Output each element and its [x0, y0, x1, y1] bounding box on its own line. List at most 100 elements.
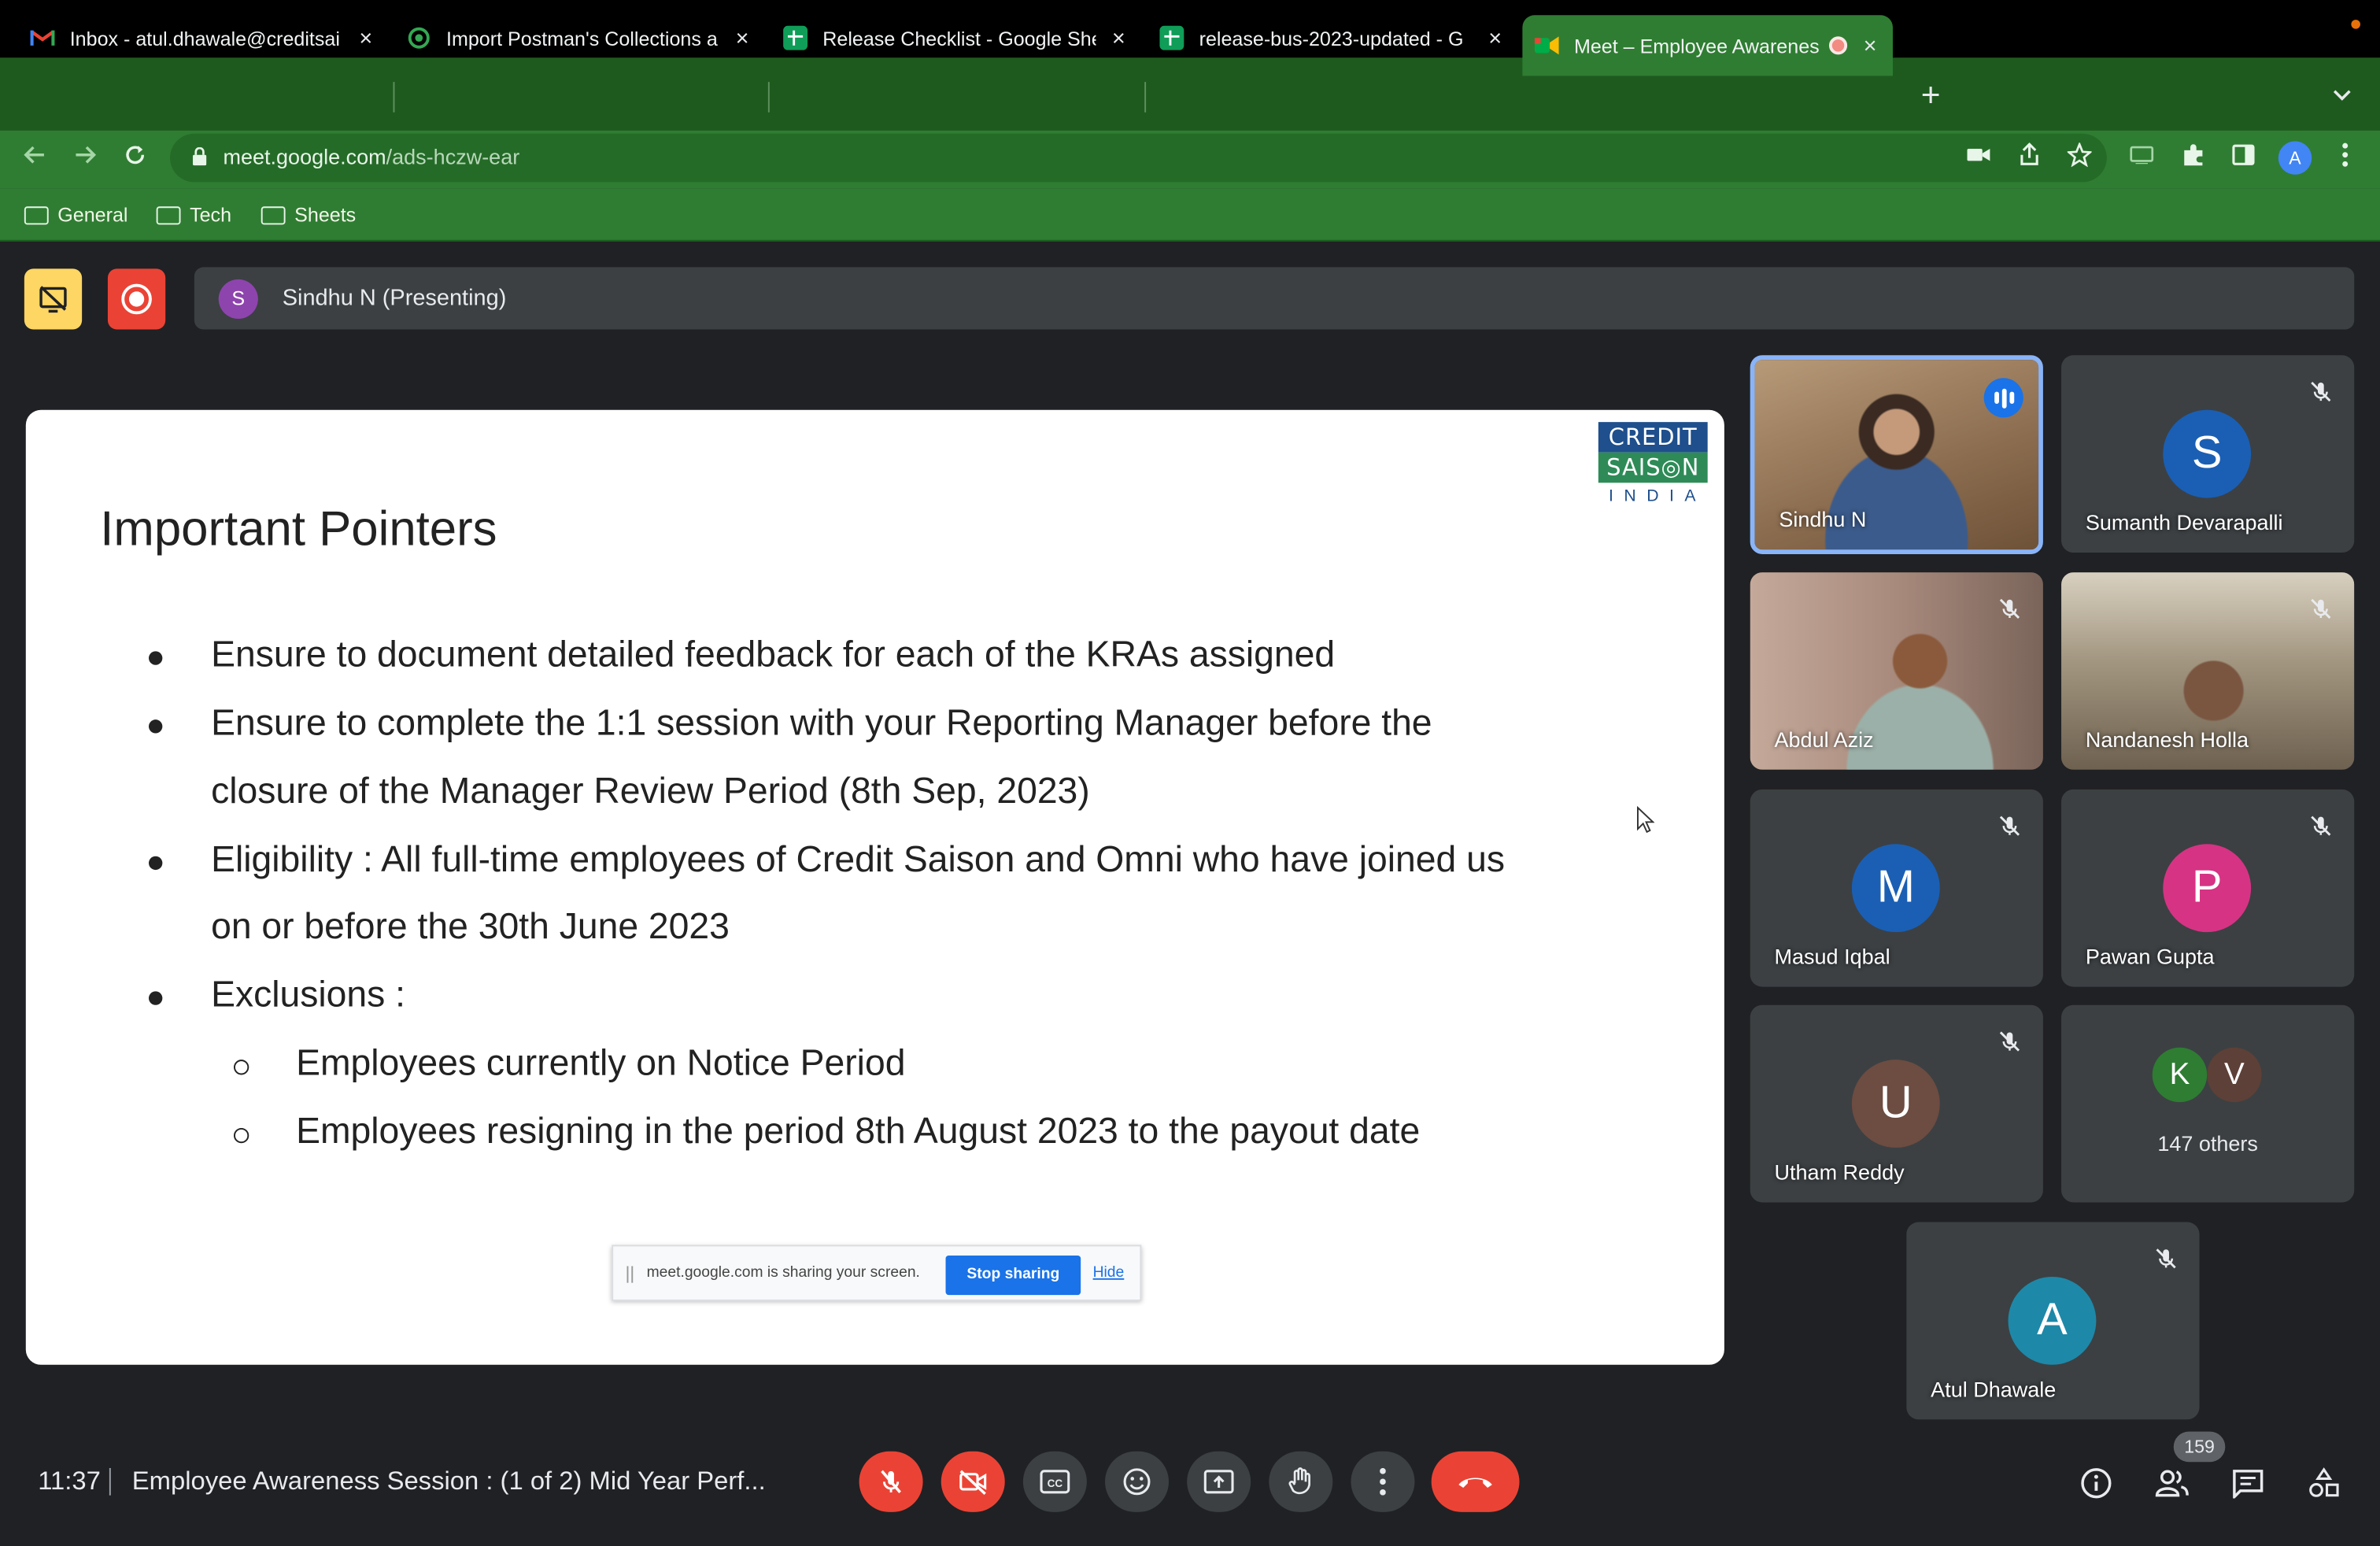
sub-bullet-text: Employees currently on Notice Period: [296, 1042, 906, 1085]
folder-icon: [156, 205, 181, 224]
camera-off-icon: [959, 1470, 987, 1496]
camera-toggle-button[interactable]: [941, 1451, 1005, 1512]
people-icon: [2155, 1470, 2189, 1497]
drag-handle-icon[interactable]: [626, 1266, 634, 1283]
bookmark-folder-sheets[interactable]: Sheets: [261, 203, 357, 227]
participant-tile-masud[interactable]: M Masud Iqbal: [1750, 789, 2043, 987]
leave-call-button[interactable]: [1431, 1451, 1520, 1512]
tab-release-bus[interactable]: release-bus-2023-updated - G ×: [1148, 18, 1518, 57]
more-options-button[interactable]: [1351, 1451, 1415, 1512]
close-icon[interactable]: ×: [355, 25, 376, 51]
record-icon: [121, 283, 152, 315]
raise-hand-button[interactable]: [1269, 1451, 1333, 1512]
postman-icon: [407, 26, 431, 50]
participant-tile-utham[interactable]: U Utham Reddy: [1750, 1004, 2043, 1203]
new-tab-button[interactable]: +: [1914, 78, 1947, 112]
speaking-indicator-icon: [1983, 378, 2023, 418]
close-icon[interactable]: ×: [732, 25, 753, 51]
folder-icon: [24, 205, 49, 224]
bullet-text: Exclusions :: [211, 975, 406, 1016]
participant-avatar: A: [2008, 1276, 2097, 1365]
stop-sharing-button[interactable]: Stop sharing: [945, 1255, 1081, 1296]
bullet-dot: [149, 856, 163, 871]
tab-search-chevron-icon[interactable]: [2333, 82, 2351, 106]
captions-button[interactable]: CC: [1022, 1451, 1087, 1512]
url-text[interactable]: meet.google.com/ads-hczw-ear: [224, 144, 520, 168]
profile-avatar[interactable]: A: [2278, 141, 2312, 175]
emoji-icon: [1123, 1468, 1151, 1496]
close-icon[interactable]: ×: [1108, 25, 1129, 51]
tab-postman[interactable]: Import Postman's Collections a ×: [394, 18, 765, 57]
cast-icon[interactable]: [2127, 142, 2157, 173]
chrome-menu-icon[interactable]: [2330, 142, 2360, 173]
logo-line-1: CREDIT: [1598, 422, 1708, 453]
mic-toggle-button[interactable]: [859, 1451, 923, 1512]
lock-icon[interactable]: [192, 147, 207, 166]
tab-title: Meet – Employee Awarenes: [1573, 34, 1820, 57]
chat-icon: [2233, 1470, 2264, 1499]
presenter-avatar: S: [218, 278, 258, 319]
bookmark-label: Sheets: [294, 203, 357, 227]
tab-meet[interactable]: Meet – Employee Awarenes ×: [1522, 15, 1893, 76]
reload-icon[interactable]: [117, 139, 153, 176]
bookmark-label: Tech: [190, 203, 232, 227]
people-button[interactable]: [2153, 1463, 2192, 1503]
participant-avatar: S: [2163, 409, 2252, 498]
mic-off-icon: [2311, 816, 2331, 836]
share-icon[interactable]: [2014, 142, 2045, 173]
bookmark-folder-general[interactable]: General: [24, 203, 128, 226]
hide-link[interactable]: Hide: [1093, 1265, 1125, 1282]
participant-tile-nandanesh[interactable]: Nandanesh Holla: [2061, 572, 2355, 770]
participant-avatar: P: [2163, 844, 2252, 933]
meet-icon: [1534, 33, 1559, 57]
present-off-icon: [39, 286, 67, 313]
participant-tile-pawan[interactable]: P Pawan Gupta: [2061, 789, 2355, 987]
mic-off-icon: [2311, 381, 2331, 402]
stop-presenting-button[interactable]: [24, 268, 83, 330]
participant-tile-sumanth[interactable]: S Sumanth Devarapalli: [2061, 355, 2355, 553]
participant-name: Abdul Aziz: [1774, 727, 1874, 752]
closed-captions-icon: CC: [1040, 1470, 1070, 1494]
meeting-clock: 11:37: [38, 1466, 101, 1496]
camera-in-use-icon[interactable]: [1964, 142, 1995, 173]
presenter-label: Sindhu N (Presenting): [282, 285, 507, 312]
participant-tile-abdul[interactable]: Abdul Aziz: [1750, 572, 2043, 770]
close-icon[interactable]: ×: [1860, 32, 1881, 58]
participant-name: Pawan Gupta: [2085, 944, 2215, 969]
sharing-message: meet.google.com is sharing your screen.: [646, 1264, 920, 1282]
side-panel-icon[interactable]: [2228, 142, 2259, 173]
tab-gmail[interactable]: Inbox - atul.dhawale@creditsai ×: [18, 18, 389, 57]
close-icon[interactable]: ×: [1484, 25, 1506, 51]
activities-button[interactable]: [2304, 1463, 2344, 1503]
info-icon: [2081, 1468, 2112, 1499]
screen-sharing-notification: meet.google.com is sharing your screen. …: [612, 1245, 1142, 1301]
extensions-puzzle-icon[interactable]: [2179, 142, 2209, 173]
back-arrow-icon[interactable]: [17, 139, 53, 176]
bullet-text-continued: on or before the 30th June 2023: [211, 906, 730, 948]
reactions-button[interactable]: [1105, 1451, 1170, 1512]
present-screen-button[interactable]: [1187, 1451, 1251, 1512]
raise-hand-icon: [1288, 1467, 1310, 1495]
mic-off-icon: [1999, 598, 2020, 619]
bookmark-star-icon[interactable]: [2064, 141, 2095, 173]
bullet-text: Ensure to document detailed feedback for…: [211, 634, 1336, 676]
bookmark-folder-tech[interactable]: Tech: [156, 203, 232, 227]
mic-off-icon: [2311, 598, 2331, 619]
bullet-text-continued: closure of the Manager Review Period (8t…: [211, 771, 1090, 812]
url-host: meet.google.com: [223, 144, 386, 169]
bookmark-label: General: [57, 203, 128, 227]
tab-release-checklist[interactable]: Release Checklist - Google She ×: [771, 18, 1142, 57]
presenter-banner[interactable]: S Sindhu N (Presenting): [194, 267, 2355, 330]
forward-arrow-icon[interactable]: [67, 139, 103, 176]
shared-screen-slide: CREDIT SAIS◎N INDIA Important Pointers E…: [25, 409, 1724, 1365]
participant-tile-atul-self[interactable]: A Atul Dhawale: [1906, 1222, 2200, 1420]
others-tile[interactable]: K V 147 others: [2061, 1004, 2355, 1203]
participant-tile-sindhu[interactable]: Sindhu N: [1750, 355, 2043, 554]
meeting-details-button[interactable]: [2076, 1463, 2116, 1503]
recording-button[interactable]: [107, 268, 166, 330]
recording-icon: [1828, 36, 1848, 55]
bullet-dot: [149, 991, 163, 1005]
sub-bullet-text: Employees resigning in the period 8th Au…: [296, 1111, 1421, 1152]
chat-button[interactable]: [2228, 1463, 2267, 1503]
present-to-all-icon: [1203, 1470, 1234, 1494]
